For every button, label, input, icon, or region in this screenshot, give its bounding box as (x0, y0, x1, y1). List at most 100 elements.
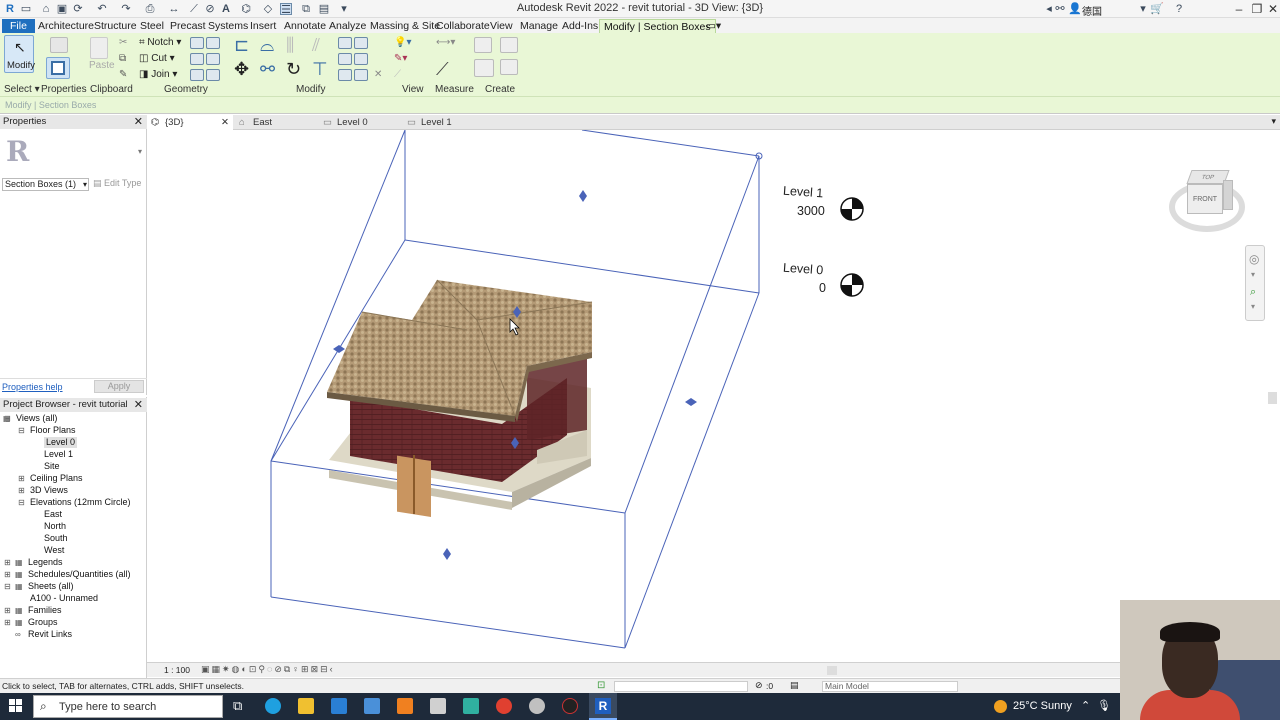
browser-item[interactable]: Views (all) (16, 413, 57, 424)
hide-icon[interactable]: 💡▾ (394, 37, 411, 48)
tab-file[interactable]: File (2, 19, 35, 33)
level-0-elevation[interactable]: 0 (819, 281, 826, 295)
expand-toggle-icon[interactable]: ⊞ (4, 557, 11, 568)
store-icon[interactable] (364, 698, 380, 714)
mirror-axis-icon[interactable]: ⫼ (286, 35, 294, 56)
paste-label[interactable]: Paste (89, 60, 115, 71)
delete-icon[interactable]: ✕ (374, 69, 382, 80)
expand-toggle-icon[interactable]: ⊞ (4, 569, 11, 580)
move-icon[interactable]: ✥ (234, 59, 249, 80)
steering-wheel-icon[interactable]: ◎ (1249, 252, 1259, 266)
expand-toggle-icon[interactable]: ⊞ (4, 605, 11, 616)
tab-structure[interactable]: Structure (90, 19, 141, 33)
help-icon[interactable]: ? (1173, 3, 1185, 15)
close-button[interactable]: ✕ (1264, 1, 1280, 17)
file-explorer-icon[interactable] (298, 698, 314, 714)
browser-item[interactable]: South (44, 533, 68, 544)
measure-between-icon[interactable]: ⟷▾ (436, 37, 455, 48)
geometry-tool-4-icon[interactable] (206, 53, 220, 65)
minimize-button[interactable]: ‒ (1230, 1, 1248, 17)
split-icon[interactable] (338, 37, 352, 49)
notes-icon[interactable] (463, 698, 479, 714)
design-options-icon[interactable]: ▤ (790, 680, 799, 691)
cut-button[interactable]: ◫ Cut ▾ (139, 53, 175, 64)
tab-modify-section-boxes[interactable]: Modify | Section Boxes (599, 19, 716, 33)
workset-selector[interactable] (614, 681, 748, 692)
dimension-tool-icon[interactable]: ⟋ (436, 59, 449, 80)
tab-collaborate[interactable]: Collaborate (432, 19, 494, 33)
close-icon[interactable]: ✕ (134, 398, 143, 412)
expand-toggle-icon[interactable]: ⊟ (18, 425, 25, 436)
pin-icon[interactable] (338, 69, 352, 81)
copy-element-icon[interactable]: ⚯ (260, 59, 275, 80)
browser-item[interactable]: Ceiling Plans (30, 473, 83, 484)
cut-clipboard-icon[interactable]: ✂ (119, 37, 127, 48)
view-cube-side[interactable] (1223, 180, 1233, 210)
task-view-icon[interactable]: ⧉ (233, 698, 242, 714)
offset-icon[interactable]: ⌓ (260, 35, 274, 56)
recorder-icon[interactable] (562, 698, 578, 714)
workset-icon[interactable]: ⊡ (597, 680, 605, 691)
expand-toggle-icon[interactable]: ⊞ (18, 485, 25, 496)
browser-item[interactable]: Elevations (12mm Circle) (30, 497, 131, 508)
notch-button[interactable]: ⌗ Notch ▾ (139, 37, 181, 48)
geometry-tool-3-icon[interactable] (190, 53, 204, 65)
expand-toggle-icon[interactable]: ⊟ (4, 581, 11, 592)
settings-icon[interactable] (529, 698, 545, 714)
create-group-icon[interactable] (474, 59, 494, 77)
tab-insert[interactable]: Insert (246, 19, 280, 33)
paint-icon[interactable] (190, 69, 204, 81)
expand-toggle-icon[interactable]: ⊞ (4, 617, 11, 628)
browser-item[interactable]: Level 0 (44, 437, 78, 448)
cart-icon[interactable]: 🛒 (1150, 3, 1164, 15)
create-parts-icon[interactable] (500, 37, 518, 53)
browser-item[interactable]: Floor Plans (30, 425, 76, 436)
type-properties-icon[interactable] (50, 37, 68, 53)
mirror-draw-icon[interactable]: ⫽ (312, 35, 320, 56)
chrome-icon[interactable] (496, 698, 512, 714)
type-dropdown-icon[interactable]: ▾ (138, 147, 142, 156)
geometry-tool-1-icon[interactable] (190, 37, 204, 49)
view-tab-east[interactable]: ⌂ East (235, 115, 315, 130)
level-0-name[interactable]: Level 0 (783, 261, 824, 278)
linework-icon[interactable]: ⟋ (394, 69, 401, 80)
edit-type-button[interactable]: ▤ Edit Type (93, 178, 141, 189)
chevron-down-icon[interactable]: ▾ (1251, 302, 1255, 311)
level-1-elevation[interactable]: 3000 (797, 204, 825, 218)
view-tab-level-0[interactable]: ▭ Level 0 (319, 115, 399, 130)
tab-manage[interactable]: Manage (516, 19, 562, 33)
microphone-icon[interactable]: 🎙 (1097, 699, 1111, 712)
group-select[interactable]: Select ▾ (4, 84, 40, 95)
split-gap-icon[interactable] (354, 37, 368, 49)
revit-taskbar-button[interactable]: R (589, 693, 617, 720)
user-name[interactable]: 德国 (1082, 3, 1102, 18)
edge-icon[interactable] (265, 698, 281, 714)
vscode-icon[interactable] (331, 698, 347, 714)
close-icon[interactable]: ✕ (134, 115, 143, 129)
main-model-selector[interactable]: Main Model (822, 681, 958, 692)
browser-item[interactable]: Families (28, 605, 62, 616)
paste-icon[interactable] (90, 37, 108, 59)
trim-icon[interactable]: ⊤ (312, 59, 328, 80)
browser-item[interactable]: West (44, 545, 64, 556)
join-button[interactable]: ◨ Join ▾ (139, 69, 177, 80)
browser-item[interactable]: Legends (28, 557, 63, 568)
tab-annotate[interactable]: Annotate (280, 19, 330, 33)
type-selector[interactable]: Section Boxes (1) ▾ (2, 178, 89, 191)
chevron-down-icon[interactable]: ▾ (1251, 270, 1255, 279)
browser-item[interactable]: Site (44, 461, 60, 472)
tray-chevron-icon[interactable]: ⌃ (1081, 699, 1090, 712)
weather-text[interactable]: 25°C Sunny (1013, 700, 1072, 712)
modify-button[interactable]: ↖ Modify (4, 35, 35, 73)
view-cube[interactable]: TOP FRONT (1167, 168, 1247, 238)
close-tab-icon[interactable]: ✕ (221, 115, 229, 130)
view-cube-front[interactable]: FRONT (1187, 184, 1223, 214)
apply-button[interactable]: Apply (94, 380, 144, 393)
level-1-name[interactable]: Level 1 (783, 184, 824, 201)
browser-item[interactable]: A100 - Unnamed (30, 593, 98, 604)
view-control-icons[interactable]: ▣▦✷◍◐⊡⚲◌⊘⧉♀⊞⊠⊟‹ (201, 664, 335, 675)
properties-button[interactable] (46, 57, 70, 79)
expand-toggle-icon[interactable]: ⊟ (18, 497, 25, 508)
array-icon[interactable] (338, 53, 352, 65)
weather-sun-icon[interactable] (994, 700, 1007, 713)
